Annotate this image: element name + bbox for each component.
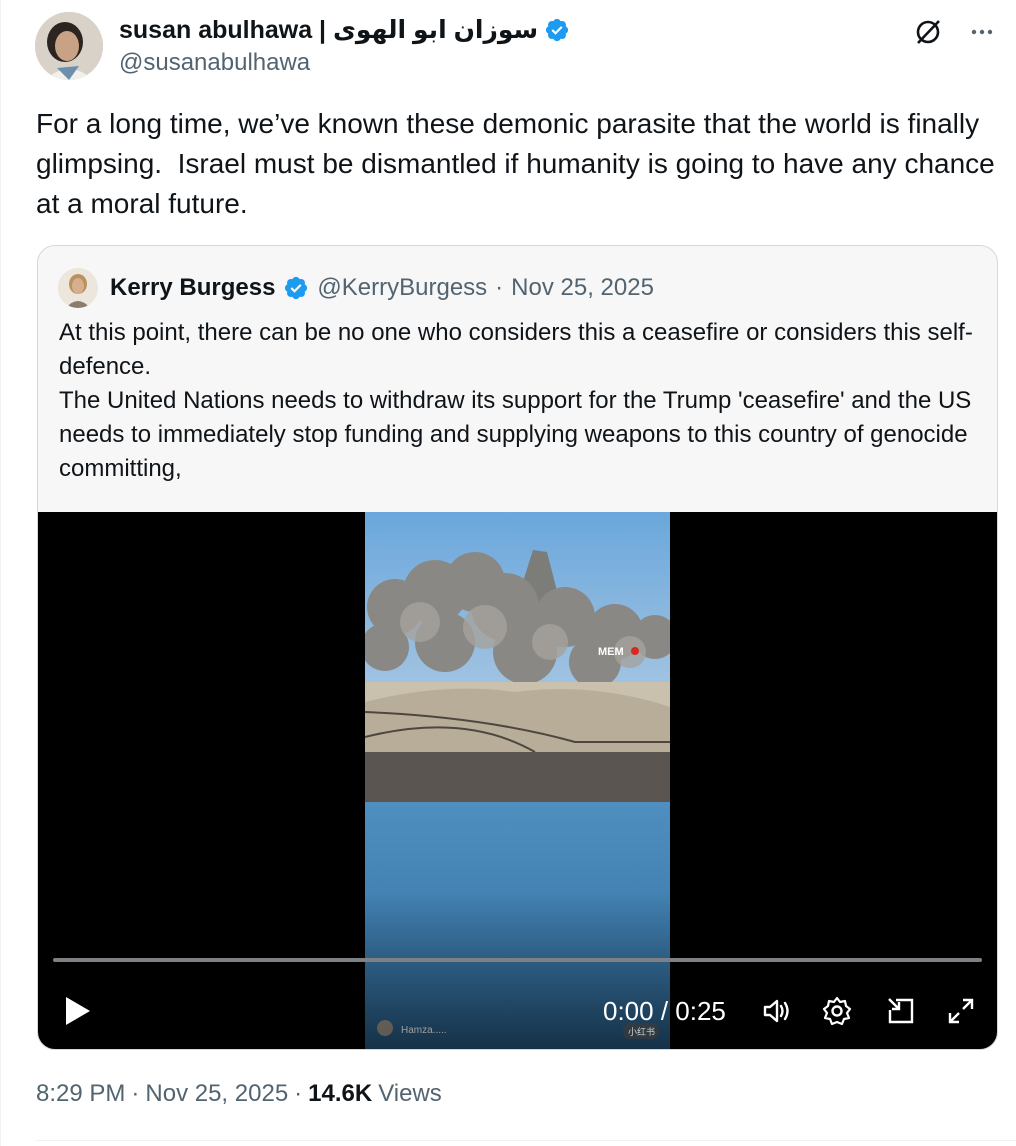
video-time: 0:00 / 0:25	[603, 996, 726, 1027]
tweet-footer: 8:29 PM · Nov 25, 2025 · 14.6K Views	[36, 1080, 442, 1108]
pip-icon[interactable]	[884, 994, 918, 1028]
footer-separator: ·	[294, 1080, 303, 1107]
video-controls: 0:00 / 0:25	[38, 982, 997, 1042]
quoted-tweet-header: Kerry Burgess @KerryBurgess · Nov 25, 20…	[58, 264, 654, 312]
author-avatar[interactable]	[35, 12, 103, 80]
video-watermark: MEM	[598, 646, 624, 658]
video-progress-bar[interactable]	[53, 958, 982, 962]
volume-icon[interactable]	[760, 994, 794, 1028]
author-handle[interactable]: @susanabulhawa	[119, 49, 310, 77]
video-duration: 0:25	[675, 996, 726, 1026]
quoted-handle[interactable]: @KerryBurgess	[317, 274, 487, 302]
more-icon[interactable]	[966, 16, 998, 48]
play-icon[interactable]	[62, 994, 94, 1028]
post-time[interactable]: 8:29 PM	[36, 1080, 125, 1108]
footer-separator: ·	[131, 1080, 140, 1107]
quoted-tweet-text: At this point, there can be no one who c…	[59, 319, 973, 482]
time-separator: /	[653, 996, 676, 1026]
views-label: Views	[378, 1080, 442, 1107]
quoted-date[interactable]: Nov 25, 2025	[511, 274, 654, 302]
quoted-meta: @KerryBurgess · Nov 25, 2025	[317, 274, 654, 302]
video-frame[interactable]: MEM Hamza..... 小红书	[365, 512, 670, 1049]
verified-badge-icon	[283, 275, 309, 301]
verified-badge-icon	[544, 17, 570, 43]
fullscreen-icon[interactable]	[944, 994, 978, 1028]
author-name-row: susan abulhawa | سوزان ابو الهوى	[119, 14, 570, 46]
divider	[35, 1140, 1016, 1141]
tweet-card: susan abulhawa | سوزان ابو الهوى @susana…	[0, 0, 1016, 1146]
tweet-actions	[912, 16, 998, 48]
views-count: 14.6K	[308, 1080, 373, 1107]
post-date[interactable]: Nov 25, 2025	[145, 1080, 288, 1108]
video-current-time: 0:00	[603, 996, 654, 1026]
meta-separator: ·	[495, 274, 504, 301]
quoted-author-avatar[interactable]	[58, 268, 98, 308]
author-display-name[interactable]: susan abulhawa | سوزان ابو الهوى	[119, 15, 538, 45]
quoted-tweet[interactable]: Kerry Burgess @KerryBurgess · Nov 25, 20…	[37, 245, 998, 1050]
video-player[interactable]: MEM Hamza..... 小红书 0:00 / 0:25	[38, 512, 997, 1049]
tweet-text: For a long time, we’ve known these demon…	[36, 108, 1003, 219]
quoted-display-name[interactable]: Kerry Burgess	[110, 274, 275, 302]
grok-icon[interactable]	[912, 16, 944, 48]
settings-icon[interactable]	[820, 994, 854, 1028]
